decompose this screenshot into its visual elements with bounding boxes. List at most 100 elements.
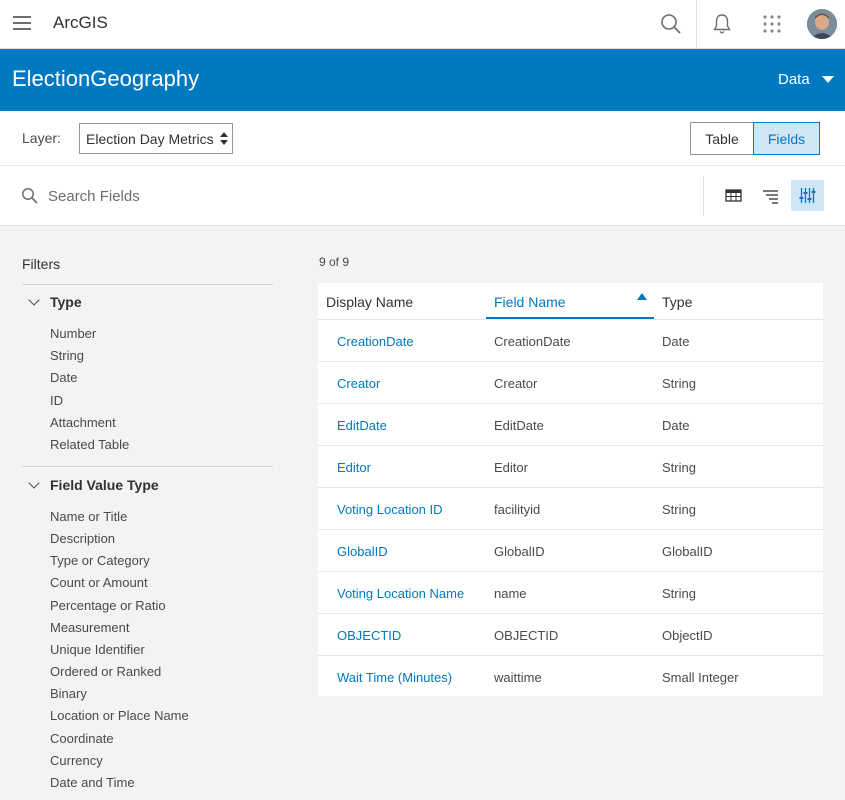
field-name-cell: Editor (494, 460, 528, 475)
display-name-link[interactable]: Wait Time (Minutes) (337, 670, 452, 685)
table-row[interactable]: Creator Creator String (318, 361, 823, 403)
type-cell: String (662, 502, 696, 517)
filter-item-number[interactable]: Number (50, 326, 96, 341)
filter-item-name-or-title[interactable]: Name or Title (50, 509, 127, 524)
table-view-button[interactable]: Table (690, 122, 753, 155)
table-row[interactable]: EditDate EditDate Date (318, 403, 823, 445)
layer-toolbar: Layer: Election Day Metrics Table Fields (0, 111, 845, 166)
top-nav: ArcGIS (0, 0, 845, 49)
table-row[interactable]: Editor Editor String (318, 445, 823, 487)
chevron-down-icon (28, 477, 40, 489)
display-name-link[interactable]: Creator (337, 376, 380, 391)
display-name-link[interactable]: Voting Location ID (337, 502, 443, 517)
select-arrows-icon (220, 132, 228, 146)
field-name-cell: Creator (494, 376, 538, 391)
field-name-cell: EditDate (494, 418, 544, 433)
filter-item-count-or-amount[interactable]: Count or Amount (50, 575, 148, 590)
filter-item-related-table[interactable]: Related Table (50, 437, 129, 452)
filter-group-type[interactable]: Type (28, 294, 82, 310)
filter-sliders-button[interactable] (791, 180, 824, 211)
filter-item-attachment[interactable]: Attachment (50, 415, 116, 430)
filter-item-unique-identifier[interactable]: Unique Identifier (50, 642, 145, 657)
filter-item-percentage-or-ratio[interactable]: Percentage or Ratio (50, 598, 166, 613)
filter-item-string[interactable]: String (50, 348, 84, 363)
field-name-cell: waittime (494, 670, 542, 685)
filter-item-coordinate[interactable]: Coordinate (50, 731, 114, 746)
search-bar (0, 166, 845, 226)
column-header-display-name[interactable]: Display Name (318, 283, 486, 319)
filters-panel: Filters Type Number String Date ID Attac… (0, 226, 290, 800)
filter-group-label: Type (50, 294, 82, 310)
filter-item-id[interactable]: ID (50, 393, 63, 408)
caret-down-icon (821, 76, 834, 83)
filter-item-binary[interactable]: Binary (50, 686, 87, 701)
nav-divider (696, 0, 697, 48)
fields-table: Display Name Field Name Type CreationDat… (318, 283, 823, 696)
column-header-label: Field Name (494, 294, 566, 310)
apps-grid-icon[interactable] (759, 11, 785, 37)
filter-item-location-or-place-name[interactable]: Location or Place Name (50, 708, 189, 723)
table-row[interactable]: CreationDate CreationDate Date (318, 319, 823, 361)
item-header: ElectionGeography Data (0, 49, 845, 111)
table-row[interactable]: Wait Time (Minutes) waittime Small Integer (318, 655, 823, 697)
fields-view-button[interactable]: Fields (753, 122, 820, 155)
sort-list-button[interactable] (754, 180, 787, 211)
type-cell: GlobalID (662, 544, 713, 559)
display-name-link[interactable]: GlobalID (337, 544, 388, 559)
bell-icon[interactable] (709, 11, 735, 37)
display-name-link[interactable]: OBJECTID (337, 628, 401, 643)
search-icon (22, 188, 38, 204)
filter-item-currency[interactable]: Currency (50, 753, 103, 768)
search-fields-input[interactable] (48, 186, 348, 206)
field-name-cell: name (494, 586, 527, 601)
grid-view-button[interactable] (717, 180, 750, 211)
layer-select[interactable]: Election Day Metrics (79, 123, 233, 154)
filter-item-date[interactable]: Date (50, 370, 77, 385)
filter-divider (22, 284, 273, 285)
layer-select-value: Election Day Metrics (86, 131, 214, 147)
column-header-field-name[interactable]: Field Name (486, 283, 654, 319)
search-divider (703, 176, 704, 216)
type-cell: Date (662, 334, 690, 349)
field-name-cell: facilityid (494, 502, 541, 517)
filter-item-ordered-or-ranked[interactable]: Ordered or Ranked (50, 664, 161, 679)
data-menu-button[interactable]: Data (778, 71, 834, 88)
field-name-cell: CreationDate (494, 334, 571, 349)
chevron-down-icon (28, 294, 40, 306)
user-avatar[interactable] (807, 9, 837, 39)
field-name-cell: GlobalID (494, 544, 545, 559)
display-name-link[interactable]: Voting Location Name (337, 586, 464, 601)
filter-item-measurement[interactable]: Measurement (50, 620, 129, 635)
type-cell: Small Integer (662, 670, 739, 685)
field-name-cell: OBJECTID (494, 628, 559, 643)
table-row[interactable]: GlobalID GlobalID GlobalID (318, 529, 823, 571)
column-header-type[interactable]: Type (654, 283, 823, 319)
table-row[interactable]: Voting Location Name name String (318, 571, 823, 613)
filter-item-description[interactable]: Description (50, 531, 115, 546)
filters-title: Filters (22, 256, 61, 272)
sort-lines-icon (763, 190, 778, 204)
display-name-link[interactable]: EditDate (337, 418, 387, 433)
type-cell: Date (662, 418, 690, 433)
type-cell: String (662, 376, 696, 391)
menu-icon[interactable] (13, 16, 31, 31)
type-cell: String (662, 460, 696, 475)
sort-ascending-icon (637, 293, 647, 300)
search-icon[interactable] (658, 11, 684, 37)
filter-group-label: Field Value Type (50, 477, 159, 493)
table-row[interactable]: Voting Location ID facilityid String (318, 487, 823, 529)
display-name-link[interactable]: Editor (337, 460, 371, 475)
data-menu-label: Data (778, 71, 810, 88)
table-row[interactable]: OBJECTID OBJECTID ObjectID (318, 613, 823, 655)
app-title[interactable]: ArcGIS (53, 13, 108, 33)
display-name-link[interactable]: CreationDate (337, 334, 414, 349)
table-grid-icon (725, 189, 742, 202)
filter-item-date-and-time[interactable]: Date and Time (50, 775, 135, 790)
filter-item-type-or-category[interactable]: Type or Category (50, 553, 150, 568)
type-cell: ObjectID (662, 628, 713, 643)
result-count: 9 of 9 (319, 255, 350, 269)
filter-group-field-value-type[interactable]: Field Value Type (28, 477, 159, 493)
item-title: ElectionGeography (12, 66, 200, 91)
type-cell: String (662, 586, 696, 601)
filter-divider (22, 466, 273, 467)
